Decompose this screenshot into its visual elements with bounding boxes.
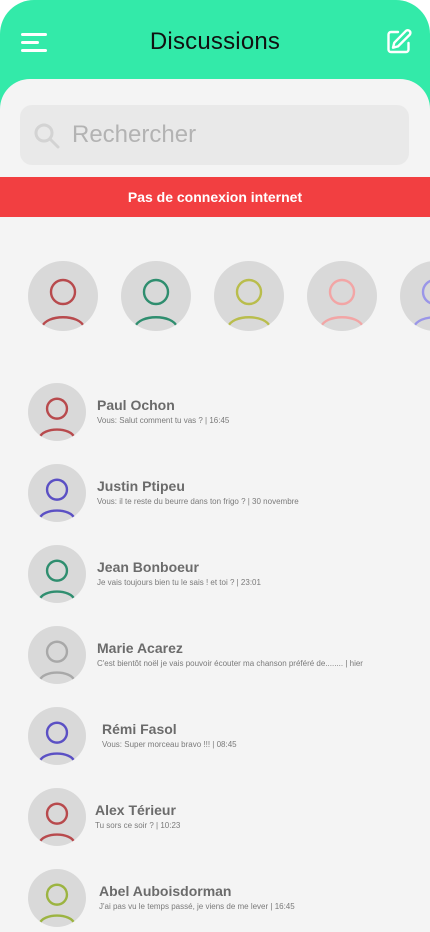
- conversation-item[interactable]: Jean Bonboeur Je vais toujours bien tu le…: [0, 545, 430, 605]
- conversation-item[interactable]: Paul Ochon Vous: Salut comment tu vas ? |…: [0, 383, 430, 443]
- contact-avatar: [28, 788, 86, 846]
- last-message-preview: J'ai pas vu le temps passé, je viens de …: [99, 902, 295, 911]
- contact-avatar: [28, 464, 86, 522]
- contact-name: Jean Bonboeur: [97, 559, 199, 575]
- story-avatar[interactable]: [214, 261, 284, 331]
- stories-row: [0, 259, 430, 331]
- story-avatar[interactable]: [400, 261, 430, 331]
- offline-banner: Pas de connexion internet: [0, 177, 430, 217]
- user-avatar-icon: [38, 883, 76, 925]
- search-bar[interactable]: [20, 105, 409, 165]
- conversation-item[interactable]: Justin Ptipeu Vous: il te reste du beurre…: [0, 464, 430, 524]
- user-avatar-icon: [40, 278, 86, 328]
- contact-name: Paul Ochon: [97, 397, 175, 413]
- user-avatar-icon: [38, 721, 76, 763]
- user-avatar-icon: [38, 802, 76, 844]
- app-screen: Discussions Pas de connexion internet Pa…: [0, 0, 430, 932]
- user-avatar-icon: [412, 279, 430, 328]
- discussions-panel: Pas de connexion internet Paul Ochon Vous…: [0, 79, 430, 932]
- story-avatar[interactable]: [121, 261, 191, 331]
- last-message-preview: Vous: Salut comment tu vas ? | 16:45: [97, 416, 230, 425]
- conversation-item[interactable]: Abel Auboisdorman J'ai pas vu le temps pa…: [0, 869, 430, 929]
- user-avatar-icon: [38, 640, 76, 682]
- conversation-item[interactable]: Rémi Fasol Vous: Super morceau bravo !!! …: [0, 707, 430, 767]
- contact-avatar: [28, 383, 86, 441]
- story-avatar[interactable]: [28, 261, 98, 331]
- header: Discussions: [0, 0, 430, 90]
- last-message-preview: Tu sors ce soir ? | 10:23: [95, 821, 181, 830]
- contact-avatar: [28, 545, 86, 603]
- last-message-preview: Je vais toujours bien tu le sais ! et to…: [97, 578, 261, 587]
- edit-compose-icon[interactable]: [385, 28, 413, 56]
- last-message-preview: C'est bientôt noël je vais pouvoir écout…: [97, 659, 363, 668]
- page-title: Discussions: [149, 28, 281, 55]
- last-message-preview: Vous: Super morceau bravo !!! | 08:45: [102, 740, 237, 749]
- contact-name: Rémi Fasol: [102, 721, 177, 737]
- contact-name: Alex Térieur: [95, 802, 176, 818]
- user-avatar-icon: [226, 278, 272, 328]
- search-icon: [33, 122, 61, 150]
- last-message-preview: Vous: il te reste du beurre dans ton fri…: [97, 497, 299, 506]
- contact-avatar: [28, 869, 86, 927]
- contact-name: Abel Auboisdorman: [99, 883, 232, 899]
- conversation-item[interactable]: Marie Acarez C'est bientôt noël je vais p…: [0, 626, 430, 686]
- contact-avatar: [28, 707, 86, 765]
- user-avatar-icon: [319, 278, 365, 328]
- conversation-item[interactable]: Alex Térieur Tu sors ce soir ? | 10:23: [0, 788, 430, 848]
- user-avatar-icon: [38, 478, 76, 520]
- contact-avatar: [28, 626, 86, 684]
- user-avatar-icon: [38, 397, 76, 439]
- contact-name: Justin Ptipeu: [97, 478, 185, 494]
- story-avatar[interactable]: [307, 261, 377, 331]
- contact-name: Marie Acarez: [97, 640, 183, 656]
- user-avatar-icon: [133, 278, 179, 328]
- user-avatar-icon: [38, 559, 76, 601]
- search-input[interactable]: [72, 117, 392, 153]
